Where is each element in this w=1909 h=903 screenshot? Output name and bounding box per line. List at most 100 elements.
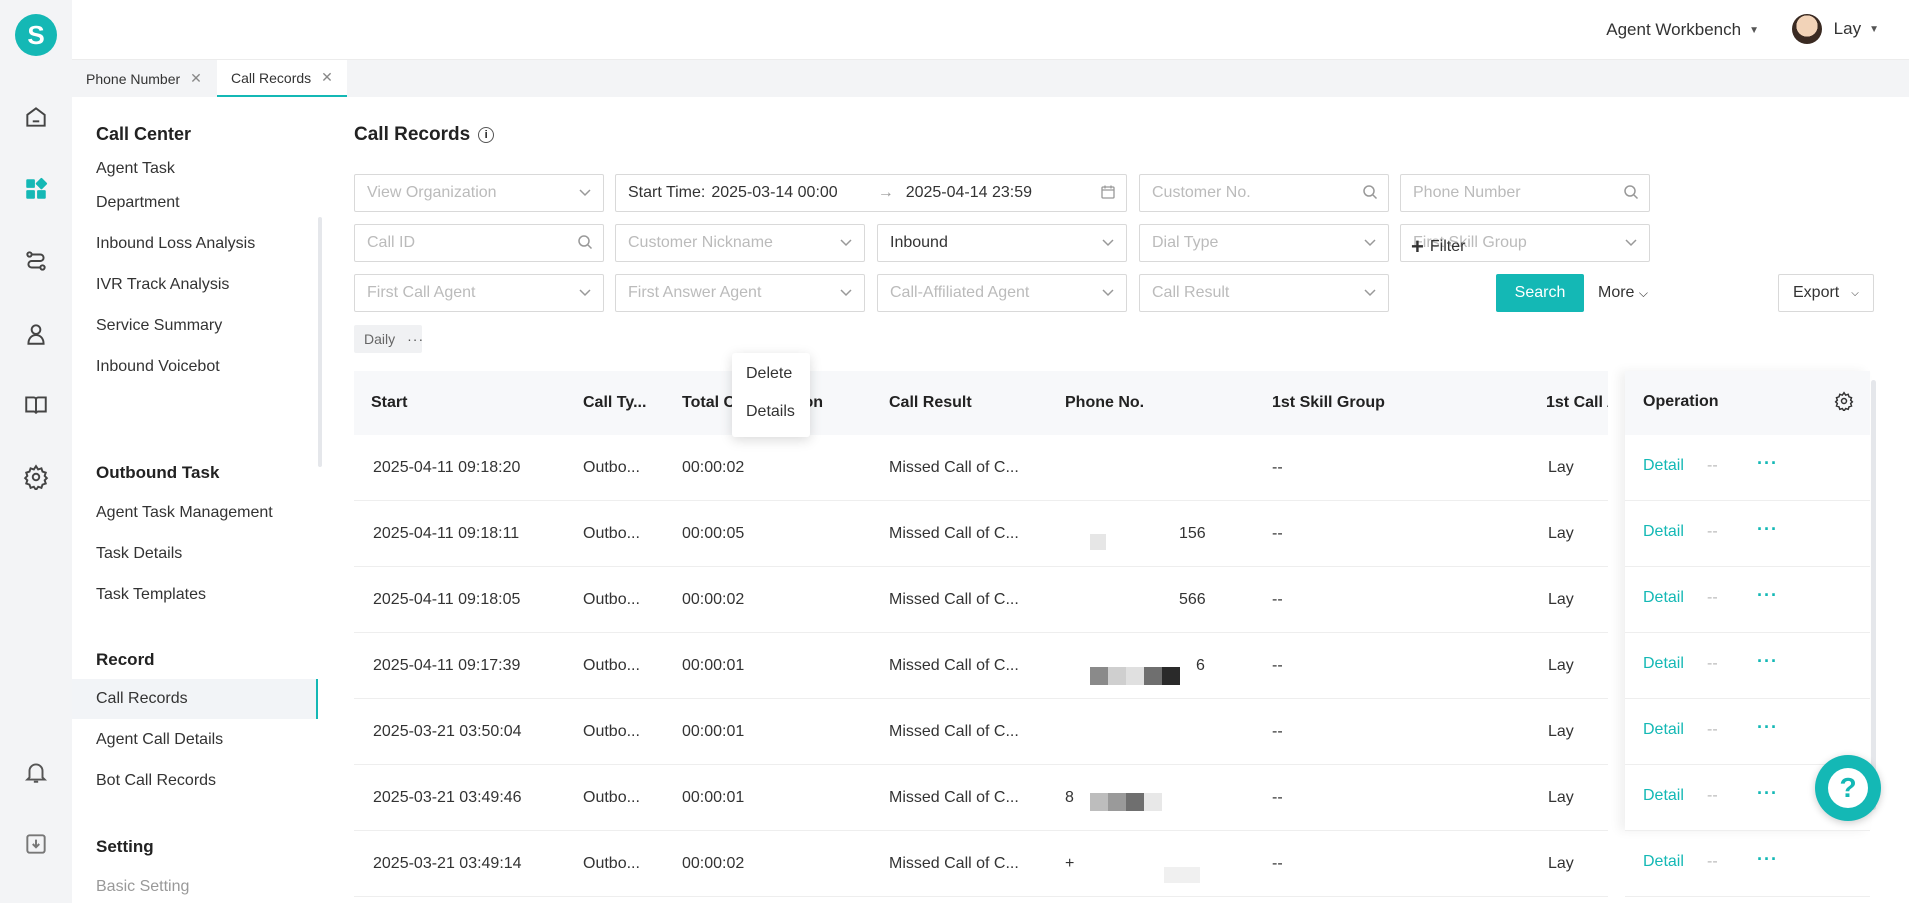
settings-icon[interactable] <box>1834 391 1854 416</box>
column-header-phone-no[interactable]: Phone No. <box>1065 371 1185 435</box>
sidebar-item-service-summary[interactable]: Service Summary <box>72 306 318 346</box>
table-row[interactable]: 2025-04-11 09:18:11 Outbo... 00:00:05 Mi… <box>354 501 1608 567</box>
user-menu[interactable]: Lay ▼ <box>1791 14 1879 44</box>
operation-header-label: Operation <box>1643 393 1719 410</box>
first-call-agent-select[interactable]: First Call Agent <box>354 274 604 312</box>
more-actions-icon[interactable]: ··· <box>1757 849 1778 870</box>
sidebar-item-agent-task-management[interactable]: Agent Task Management <box>72 493 318 533</box>
customer-nickname-select[interactable]: Customer Nickname <box>615 224 865 262</box>
more-actions-icon[interactable]: ··· <box>1757 453 1778 474</box>
app-logo[interactable]: S <box>15 14 57 56</box>
table-row[interactable]: 2025-04-11 09:17:39 Outbo... 00:00:01 Mi… <box>354 633 1608 699</box>
help-button[interactable]: ? <box>1815 755 1881 821</box>
column-header-skill-group[interactable]: 1st Skill Group <box>1272 371 1412 435</box>
tab-phone-number[interactable]: Phone Number ✕ <box>72 60 216 97</box>
dial-type-select[interactable]: Dial Type <box>1139 224 1389 262</box>
sidebar-item-ivr-track[interactable]: IVR Track Analysis <box>72 265 318 305</box>
start-time-to[interactable]: 2025-04-14 23:59 <box>906 184 1032 202</box>
download-icon[interactable] <box>22 830 50 858</box>
column-header-call-agent[interactable]: 1st Call A <box>1546 371 1608 435</box>
tab-call-records[interactable]: Call Records ✕ <box>217 60 347 97</box>
detail-link[interactable]: Detail <box>1643 655 1684 673</box>
chevron-down-icon <box>838 284 854 303</box>
more-actions-icon[interactable]: ··· <box>1757 585 1778 606</box>
column-header-call-result[interactable]: Call Result <box>889 371 1019 435</box>
sidebar-item-call-records[interactable]: Call Records <box>72 679 318 719</box>
sidebar-item-task-templates[interactable]: Task Templates <box>72 575 318 615</box>
settings-icon[interactable] <box>22 463 50 491</box>
more-actions-icon[interactable]: ··· <box>1757 783 1778 804</box>
more-actions-icon[interactable]: ··· <box>1757 651 1778 672</box>
call-id-input[interactable]: Call ID <box>354 224 604 262</box>
redaction-mosaic <box>1108 793 1126 811</box>
cell-call-type: Outbo... <box>583 855 640 872</box>
more-actions-icon[interactable]: ··· <box>1757 717 1778 738</box>
table-row[interactable]: 2025-03-21 03:50:04 Outbo... 00:00:01 Mi… <box>354 699 1608 765</box>
sidebar-item-inbound-voicebot[interactable]: Inbound Voicebot <box>72 347 318 387</box>
workbench-dropdown[interactable]: Agent Workbench ▼ <box>1606 20 1759 40</box>
sidebar-item-basic-setting[interactable]: Basic Setting <box>72 867 318 903</box>
daily-view-chip[interactable]: Daily ··· <box>354 325 424 353</box>
book-icon[interactable] <box>22 391 50 419</box>
detail-link[interactable]: Detail <box>1643 853 1684 871</box>
detail-link[interactable]: Detail <box>1643 589 1684 607</box>
direction-select[interactable]: Inbound <box>877 224 1127 262</box>
cell-duration: 00:00:01 <box>682 657 745 674</box>
redaction-mosaic <box>1144 793 1162 811</box>
start-time-from[interactable]: 2025-03-14 00:00 <box>711 184 837 202</box>
bell-icon[interactable] <box>22 758 50 786</box>
phone-number-input[interactable]: Phone Number <box>1400 174 1650 212</box>
export-button[interactable]: Export ⌵ <box>1778 274 1874 312</box>
table-scrollbar[interactable] <box>1871 380 1876 810</box>
close-icon[interactable]: ✕ <box>190 70 202 87</box>
start-time-range-picker[interactable]: Start Time: 2025-03-14 00:00 → 2025-04-1… <box>615 174 1127 212</box>
view-organization-select[interactable]: View Organization <box>354 174 604 212</box>
table-row[interactable]: 2025-03-21 03:49:46 Outbo... 00:00:01 Mi… <box>354 765 1608 831</box>
call-affiliated-agent-select[interactable]: Call-Affiliated Agent <box>877 274 1127 312</box>
cell-skill-group: -- <box>1272 657 1283 674</box>
table-row[interactable]: 2025-04-11 09:18:20 Outbo... 00:00:02 Mi… <box>354 435 1608 501</box>
column-header-start[interactable]: Start <box>371 371 431 435</box>
more-filters-button[interactable]: More ⌵ <box>1598 284 1648 302</box>
cell-duration: 00:00:02 <box>682 459 745 476</box>
detail-link[interactable]: Detail <box>1643 457 1684 475</box>
more-icon[interactable]: ··· <box>407 331 424 347</box>
sidebar-scrollbar[interactable] <box>318 217 322 467</box>
sidebar-item-task-details[interactable]: Task Details <box>72 534 318 574</box>
route-icon[interactable] <box>22 247 50 275</box>
sidebar-item-department[interactable]: Department <box>72 183 318 223</box>
detail-link[interactable]: Detail <box>1643 787 1684 805</box>
info-icon[interactable]: i <box>478 127 495 143</box>
cell-start: 2025-04-11 09:18:11 <box>373 525 520 542</box>
table-row[interactable]: 2025-04-11 09:18:05 Outbo... 00:00:02 Mi… <box>354 567 1608 633</box>
table-row[interactable]: 2025-03-21 03:49:14 Outbo... 00:00:02 Mi… <box>354 831 1608 897</box>
sidebar-item-inbound-loss[interactable]: Inbound Loss Analysis <box>72 224 318 264</box>
cell-agent: Lay <box>1548 591 1574 608</box>
agent-icon[interactable] <box>22 320 50 348</box>
cell-duration: 00:00:02 <box>682 591 745 608</box>
close-icon[interactable]: ✕ <box>321 69 333 86</box>
column-header-call-type[interactable]: Call Ty... <box>583 371 653 435</box>
detail-link[interactable]: Detail <box>1643 523 1684 541</box>
customer-nickname-placeholder: Customer Nickname <box>628 234 773 251</box>
customer-no-input[interactable]: Customer No. <box>1139 174 1389 212</box>
menu-item-details[interactable]: Details <box>746 403 795 421</box>
sidebar-item-agent-call-details[interactable]: Agent Call Details <box>72 720 318 760</box>
start-time-label: Start Time: <box>628 184 706 201</box>
cell-start: 2025-03-21 03:49:46 <box>373 789 522 806</box>
apps-icon[interactable] <box>22 175 50 203</box>
add-filter-button[interactable]: + Filter <box>1411 234 1465 260</box>
chevron-down-icon <box>1623 234 1639 253</box>
detail-link[interactable]: Detail <box>1643 721 1684 739</box>
cell-duration: 00:00:01 <box>682 789 745 806</box>
search-button[interactable]: Search <box>1496 274 1584 312</box>
first-answer-agent-select[interactable]: First Answer Agent <box>615 274 865 312</box>
call-result-select[interactable]: Call Result <box>1139 274 1389 312</box>
first-answer-agent-placeholder: First Answer Agent <box>628 284 762 301</box>
menu-item-delete[interactable]: Delete <box>746 365 792 383</box>
customer-no-placeholder: Customer No. <box>1152 184 1251 201</box>
sidebar-item-bot-call-records[interactable]: Bot Call Records <box>72 761 318 801</box>
sidebar: Call Center Agent Task Department Inboun… <box>72 97 326 903</box>
more-actions-icon[interactable]: ··· <box>1757 519 1778 540</box>
home-icon[interactable] <box>22 103 50 131</box>
